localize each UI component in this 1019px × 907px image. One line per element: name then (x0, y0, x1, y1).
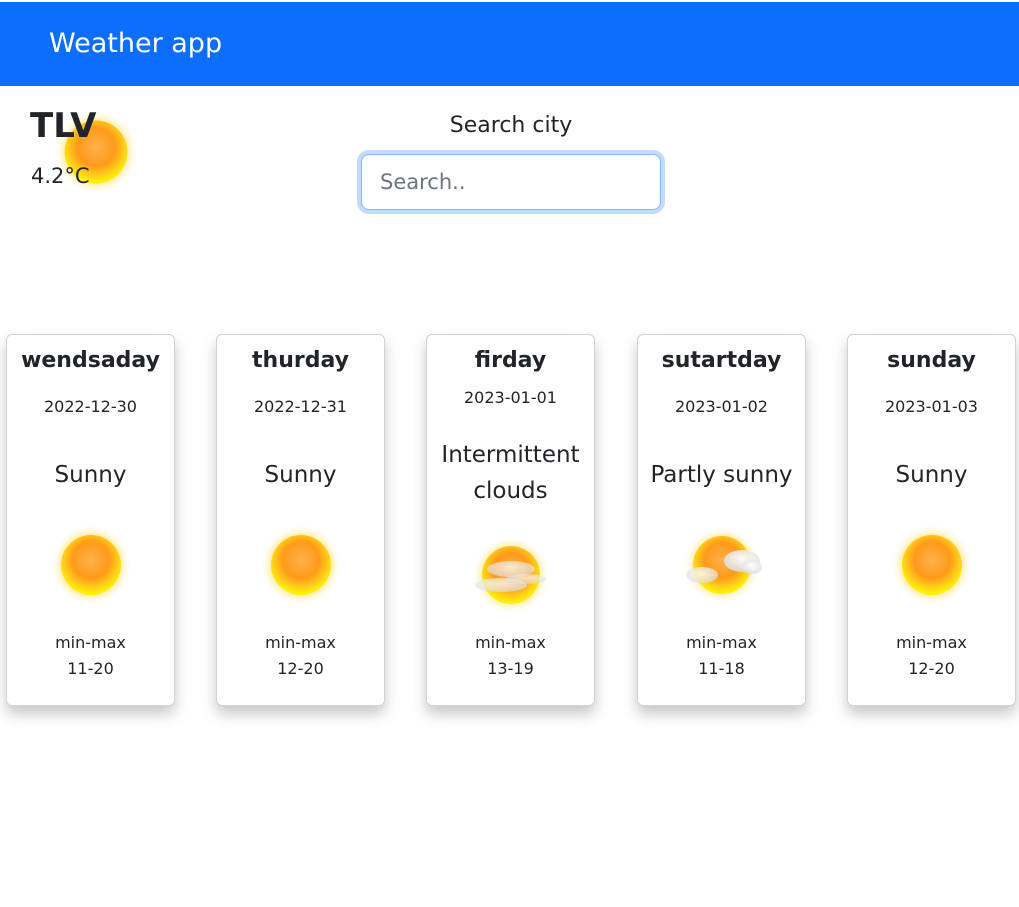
forecast-description: Sunny (54, 462, 127, 488)
forecast-date: 2023-01-03 (885, 397, 978, 416)
forecast-card: wendsaday 2022-12-30 Sunny min-max 11-20 (6, 334, 175, 706)
forecast-description: Sunny (264, 462, 337, 488)
forecast-date: 2022-12-31 (254, 397, 347, 416)
minmax-value: 11-20 (67, 659, 114, 678)
sun-icon (51, 525, 131, 605)
minmax-label: min-max (475, 633, 546, 652)
minmax-value: 12-20 (908, 659, 955, 678)
forecast-day: sunday (887, 348, 976, 373)
minmax-label: min-max (55, 633, 126, 652)
forecast-day: wendsaday (21, 348, 160, 373)
minmax-label: min-max (686, 633, 757, 652)
forecast-description: Sunny (895, 462, 968, 488)
forecast-card: sunday 2023-01-03 Sunny min-max 12-20 (847, 334, 1016, 706)
forecast-date: 2023-01-01 (464, 388, 557, 407)
intermittent-clouds-icon (471, 535, 551, 615)
app-brand[interactable]: Weather app (49, 28, 222, 59)
forecast-day: thurday (252, 348, 349, 373)
forecast-description: Intermittent clouds (441, 442, 580, 504)
search-label: Search city (449, 113, 573, 138)
search-input[interactable] (361, 154, 661, 210)
forecast-day: firday (474, 348, 547, 373)
current-temperature: 4.2°C (31, 164, 90, 188)
forecast-card: firday 2023-01-01 Intermittent clouds mi… (426, 334, 595, 706)
forecast-card: sutartday 2023-01-02 Partly sunny min-ma… (637, 334, 806, 706)
forecast-day: sutartday (661, 348, 782, 373)
current-city: TLV (30, 106, 97, 146)
minmax-label: min-max (896, 633, 967, 652)
minmax-value: 12-20 (277, 659, 324, 678)
minmax-label: min-max (265, 633, 336, 652)
partly-sunny-icon (682, 525, 762, 605)
forecast-date: 2023-01-02 (675, 397, 768, 416)
minmax-value: 11-18 (698, 659, 745, 678)
sun-icon (261, 525, 341, 605)
sun-icon (892, 525, 972, 605)
forecast-date: 2022-12-30 (44, 397, 137, 416)
forecast-description: Partly sunny (650, 462, 793, 488)
navbar: Weather app (0, 2, 1019, 86)
minmax-value: 13-19 (487, 659, 534, 678)
current-weather: TLV 4.2°C (30, 104, 160, 204)
forecast-card: thurday 2022-12-31 Sunny min-max 12-20 (216, 334, 385, 706)
